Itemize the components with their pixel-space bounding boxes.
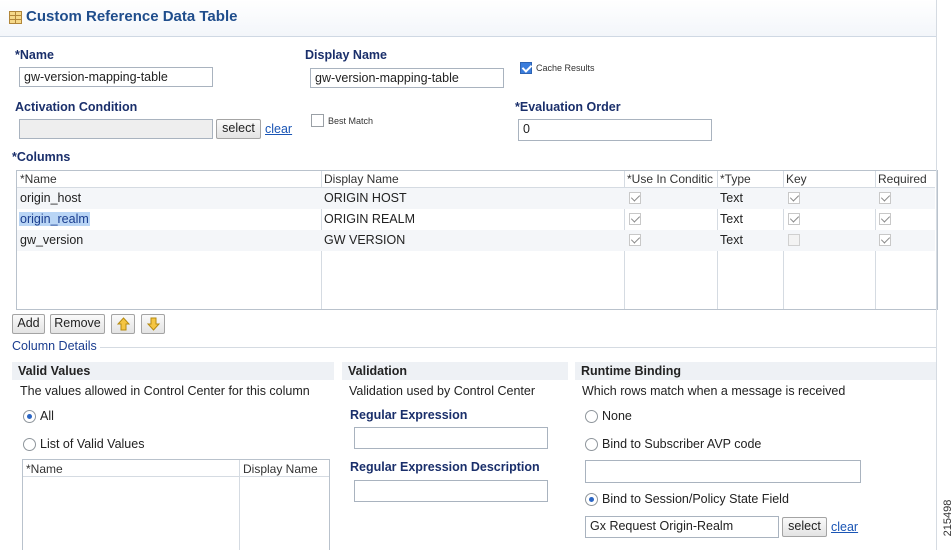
activation-condition-input[interactable] [19, 119, 213, 139]
page-title: Custom Reference Data Table [26, 8, 238, 25]
evaluation-order-input[interactable]: 0 [518, 119, 712, 141]
section-divider [100, 347, 936, 348]
use-in-condition-checkbox[interactable] [629, 234, 641, 246]
key-checkbox[interactable] [788, 213, 800, 225]
vv-header-name[interactable]: *Name [26, 462, 63, 476]
cache-results-label: Cache Results [536, 63, 595, 73]
session-clear-link[interactable]: clear [831, 520, 858, 534]
activation-clear-link[interactable]: clear [265, 122, 292, 136]
bind-subscriber-avp-radio[interactable] [585, 438, 598, 451]
table-icon [9, 11, 22, 24]
column-details-title: Column Details [12, 339, 97, 353]
best-match-label: Best Match [328, 116, 374, 126]
name-input[interactable]: gw-version-mapping-table [19, 67, 213, 87]
list-of-valid-values-radio[interactable] [23, 438, 36, 451]
display-name-input[interactable]: gw-version-mapping-table [310, 68, 504, 88]
regular-expression-label: Regular Expression [350, 408, 468, 422]
columns-table: *Name Display Name *Use In Conditic *Typ… [16, 170, 938, 310]
row-display-name: GW VERSION [324, 233, 406, 247]
validation-header: Validation [342, 362, 568, 380]
valid-values-desc: The values allowed in Control Center for… [20, 384, 310, 398]
required-checkbox[interactable] [879, 192, 891, 204]
valid-values-table: *Name Display Name [22, 459, 330, 550]
name-label: *Name [15, 48, 54, 62]
col-header-type[interactable]: *Type [717, 171, 751, 187]
row-name: origin_realm [19, 212, 90, 226]
panel-edge [936, 0, 937, 550]
subscriber-avp-input[interactable] [585, 460, 861, 483]
required-checkbox[interactable] [879, 213, 891, 225]
move-up-button[interactable] [111, 314, 135, 334]
row-type: Text [720, 212, 743, 226]
editor-header: Custom Reference Data Table [0, 0, 936, 37]
regular-expression-input[interactable] [354, 427, 548, 449]
row-type: Text [720, 191, 743, 205]
regular-expression-description-input[interactable] [354, 480, 548, 502]
all-label: All [40, 409, 54, 423]
row-type: Text [720, 233, 743, 247]
figure-id: 215498 [942, 499, 952, 537]
regular-expression-description-label: Regular Expression Description [350, 460, 540, 474]
bind-session-policy-radio[interactable] [585, 493, 598, 506]
use-in-condition-checkbox[interactable] [629, 192, 641, 204]
remove-button[interactable]: Remove [50, 314, 105, 334]
display-name-label: Display Name [305, 48, 387, 62]
best-match-checkbox[interactable] [311, 114, 324, 127]
row-display-name: ORIGIN HOST [324, 191, 407, 205]
vv-header-display-name[interactable]: Display Name [243, 462, 318, 476]
none-label: None [602, 409, 632, 423]
col-header-key[interactable]: Key [783, 171, 807, 187]
col-header-use-in-condition[interactable]: *Use In Conditic [624, 171, 717, 187]
row-display-name: ORIGIN REALM [324, 212, 415, 226]
validation-desc: Validation used by Control Center [349, 384, 535, 398]
col-header-display-name[interactable]: Display Name [321, 171, 399, 187]
list-of-valid-values-label: List of Valid Values [40, 437, 145, 451]
valid-values-header: Valid Values [12, 362, 334, 380]
col-divider [239, 460, 240, 550]
required-checkbox[interactable] [879, 234, 891, 246]
cache-results-checkbox[interactable] [520, 62, 532, 74]
table-row[interactable]: origin_realm ORIGIN REALM Text [17, 209, 935, 230]
arrow-up-icon [117, 317, 130, 331]
row-name: origin_host [20, 191, 82, 205]
none-radio[interactable] [585, 410, 598, 423]
col-header-name[interactable]: *Name [17, 171, 57, 187]
session-policy-field-input[interactable]: Gx Request Origin-Realm [585, 516, 779, 538]
key-checkbox[interactable] [788, 234, 800, 246]
session-select-button[interactable]: select [782, 517, 827, 537]
use-in-condition-checkbox[interactable] [629, 213, 641, 225]
bind-session-policy-label: Bind to Session/Policy State Field [602, 492, 789, 506]
activation-select-button[interactable]: select [216, 119, 261, 139]
header-divider [23, 476, 329, 477]
add-button[interactable]: Add [12, 314, 45, 334]
row-name: gw_version [20, 233, 84, 247]
runtime-binding-desc: Which rows match when a message is recei… [582, 384, 846, 398]
table-row[interactable]: gw_version GW VERSION Text [17, 230, 935, 251]
columns-label: *Columns [12, 150, 71, 164]
table-row[interactable]: origin_host ORIGIN HOST Text [17, 188, 935, 209]
bind-subscriber-avp-label: Bind to Subscriber AVP code [602, 437, 762, 451]
all-radio[interactable] [23, 410, 36, 423]
runtime-binding-header: Runtime Binding [575, 362, 936, 380]
move-down-button[interactable] [141, 314, 165, 334]
activation-condition-label: Activation Condition [15, 100, 138, 114]
arrow-down-icon [147, 317, 160, 331]
key-checkbox[interactable] [788, 192, 800, 204]
evaluation-order-label: *Evaluation Order [515, 100, 621, 114]
col-header-required[interactable]: Required [875, 171, 927, 187]
